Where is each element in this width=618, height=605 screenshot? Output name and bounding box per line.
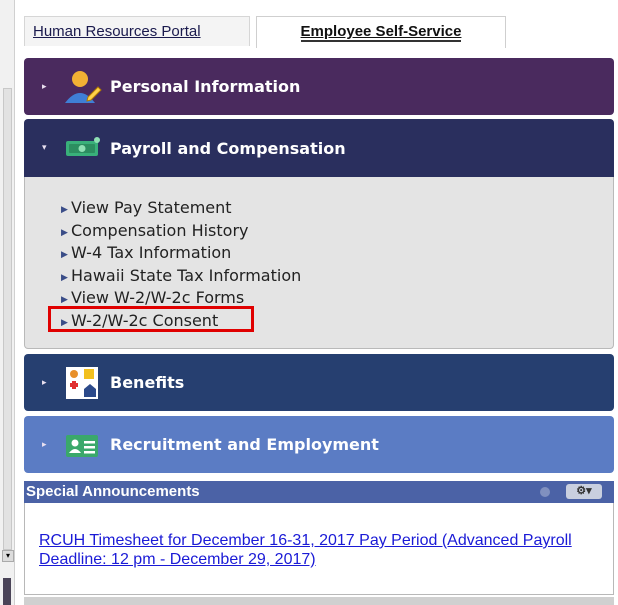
- money-icon: [62, 128, 102, 168]
- payroll-links-panel: ▶ View Pay Statement ▶ Compensation Histor…: [24, 177, 614, 349]
- tab-employee-self-service[interactable]: Employee Self-Service: [256, 16, 506, 48]
- highlight-box: [48, 306, 254, 332]
- id-card-icon: [62, 425, 102, 465]
- panel-title: Recruitment and Employment: [110, 435, 379, 454]
- scrollbar-track[interactable]: [3, 88, 12, 550]
- panel-title: Benefits: [110, 373, 185, 392]
- special-announcements-header: Special Announcements ⚙▾: [24, 481, 614, 503]
- portal-tabs: Human Resources Portal Employee Self-Ser…: [24, 16, 614, 48]
- link-w4-tax-information[interactable]: ▶ W-4 Tax Information: [61, 242, 301, 265]
- link-compensation-history[interactable]: ▶ Compensation History: [61, 220, 301, 243]
- collapse-arrow-icon: ▾: [42, 143, 47, 153]
- scroll-down-icon[interactable]: ▾: [2, 550, 14, 562]
- panel-personal-information[interactable]: ▸ Personal Information: [24, 58, 614, 115]
- panel-title: Payroll and Compensation: [110, 138, 346, 158]
- tab-human-resources-portal[interactable]: Human Resources Portal: [24, 16, 250, 46]
- taskbar-edge: [3, 578, 11, 605]
- family-health-icon: [62, 363, 102, 403]
- link-label: View Pay Statement: [71, 198, 232, 217]
- announcement-link[interactable]: RCUH Timesheet for December 16-31, 2017 …: [39, 531, 599, 569]
- panel-payroll-compensation[interactable]: ▾ Payroll and Compensation: [24, 119, 614, 177]
- horizontal-scrollbar[interactable]: [24, 597, 614, 605]
- panel-benefits[interactable]: ▸ Benefits: [24, 354, 614, 411]
- panel-recruitment-employment[interactable]: ▸ Recruitment and Employment: [24, 416, 614, 473]
- refresh-icon[interactable]: [540, 487, 550, 497]
- gear-icon[interactable]: ⚙▾: [566, 484, 602, 499]
- link-label: Hawaii State Tax Information: [71, 265, 302, 285]
- tab-ess-label: Employee Self-Service: [300, 23, 462, 42]
- expand-arrow-icon: ▸: [42, 377, 47, 388]
- panel-title: Personal Information: [110, 77, 301, 96]
- link-view-pay-statement[interactable]: ▶ View Pay Statement: [61, 197, 301, 220]
- link-label: View W-2/W-2c Forms: [71, 288, 245, 307]
- special-announcements-body: RCUH Timesheet for December 16-31, 2017 …: [24, 503, 614, 595]
- link-label: W-4 Tax Information: [71, 243, 232, 262]
- expand-arrow-icon: ▸: [42, 81, 47, 92]
- person-edit-icon: [62, 67, 102, 107]
- bullet-arrow-icon: ▶: [61, 272, 68, 283]
- bullet-arrow-icon: ▶: [61, 227, 68, 238]
- link-hawaii-state-tax[interactable]: ▶ Hawaii State Tax Information: [61, 265, 301, 288]
- expand-arrow-icon: ▸: [42, 439, 47, 450]
- section-title: Special Announcements: [26, 483, 200, 500]
- bullet-arrow-icon: ▶: [61, 205, 68, 215]
- link-label: Compensation History: [71, 220, 249, 240]
- browser-scrollbar[interactable]: ▾: [0, 0, 15, 605]
- bullet-arrow-icon: ▶: [61, 250, 68, 260]
